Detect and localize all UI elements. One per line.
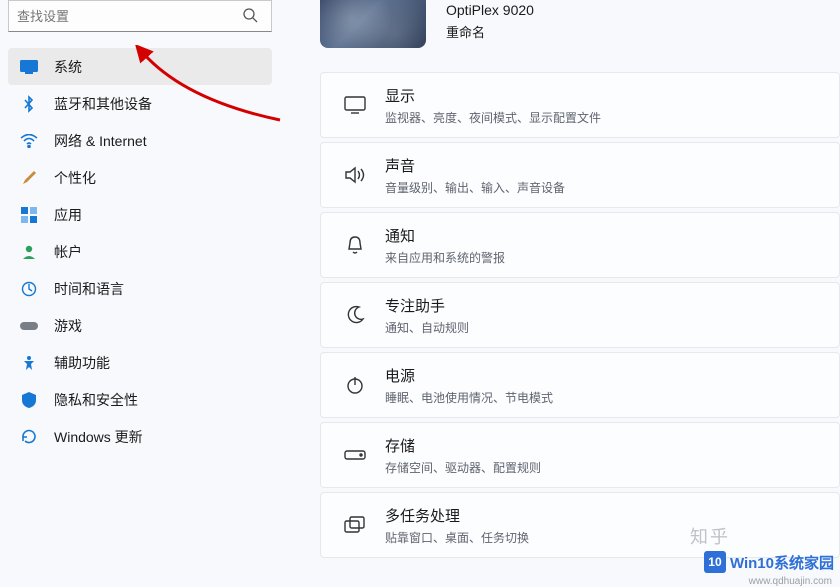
brand-text: Win10系统家园 bbox=[730, 552, 834, 573]
update-icon bbox=[20, 428, 38, 446]
power-icon bbox=[337, 375, 373, 395]
card-subtitle: 存储空间、驱动器、配置规则 bbox=[385, 459, 541, 476]
apps-icon bbox=[20, 206, 38, 224]
search-input[interactable] bbox=[8, 0, 272, 32]
account-icon bbox=[20, 243, 38, 261]
card-title: 电源 bbox=[385, 365, 553, 386]
sidebar-item-label: 帐户 bbox=[54, 242, 82, 262]
card-title: 存储 bbox=[385, 435, 541, 456]
sidebar-item-windows-update[interactable]: Windows 更新 bbox=[8, 418, 272, 455]
card-storage[interactable]: 存储 存储空间、驱动器、配置规则 bbox=[320, 422, 840, 488]
multitask-icon bbox=[337, 516, 373, 534]
device-header: OptiPlex 9020 重命名 bbox=[320, 0, 840, 48]
card-power[interactable]: 电源 睡眠、电池使用情况、节电模式 bbox=[320, 352, 840, 418]
bell-icon bbox=[337, 235, 373, 255]
accessibility-icon bbox=[20, 354, 38, 372]
card-subtitle: 贴靠窗口、桌面、任务切换 bbox=[385, 529, 529, 546]
sidebar-item-label: 蓝牙和其他设备 bbox=[54, 94, 152, 114]
card-subtitle: 通知、自动规则 bbox=[385, 319, 469, 336]
search-container bbox=[8, 0, 272, 32]
card-subtitle: 睡眠、电池使用情况、节电模式 bbox=[385, 389, 553, 406]
bluetooth-icon bbox=[20, 95, 38, 113]
card-title: 显示 bbox=[385, 85, 601, 106]
watermark-zhihu: 知乎 bbox=[690, 523, 730, 549]
shield-icon bbox=[20, 391, 38, 409]
sidebar-item-label: 隐私和安全性 bbox=[54, 390, 138, 410]
card-subtitle: 来自应用和系统的警报 bbox=[385, 249, 505, 266]
sidebar-item-bluetooth[interactable]: 蓝牙和其他设备 bbox=[8, 85, 272, 122]
sound-icon bbox=[337, 166, 373, 184]
card-display[interactable]: 显示 监视器、亮度、夜间模式、显示配置文件 bbox=[320, 72, 840, 138]
card-focus-assist[interactable]: 专注助手 通知、自动规则 bbox=[320, 282, 840, 348]
sidebar-item-label: 个性化 bbox=[54, 168, 96, 188]
storage-icon bbox=[337, 448, 373, 462]
device-name: OptiPlex 9020 bbox=[446, 2, 534, 18]
sidebar-item-network[interactable]: 网络 & Internet bbox=[8, 122, 272, 159]
sidebar-item-system[interactable]: 系统 bbox=[8, 48, 272, 85]
wifi-icon bbox=[20, 132, 38, 150]
sidebar-item-label: 辅助功能 bbox=[54, 353, 110, 373]
device-thumbnail bbox=[320, 0, 426, 48]
brand-url: www.qdhuajin.com bbox=[749, 576, 832, 587]
sidebar-item-label: Windows 更新 bbox=[54, 427, 143, 447]
watermark-brand: 10 Win10系统家园 www.qdhuajin.com bbox=[704, 551, 834, 573]
device-rename-link[interactable]: 重命名 bbox=[446, 22, 534, 41]
search-icon bbox=[242, 7, 258, 23]
gaming-icon bbox=[20, 317, 38, 335]
card-subtitle: 音量级别、输出、输入、声音设备 bbox=[385, 179, 565, 196]
sidebar-item-accounts[interactable]: 帐户 bbox=[8, 233, 272, 270]
globe-clock-icon bbox=[20, 280, 38, 298]
system-icon bbox=[20, 58, 38, 76]
sidebar-item-time-language[interactable]: 时间和语言 bbox=[8, 270, 272, 307]
display-icon bbox=[337, 96, 373, 114]
sidebar-item-personalization[interactable]: 个性化 bbox=[8, 159, 272, 196]
sidebar-item-label: 应用 bbox=[54, 205, 82, 225]
card-title: 通知 bbox=[385, 225, 505, 246]
brand-logo-icon: 10 bbox=[704, 551, 726, 573]
sidebar-item-label: 游戏 bbox=[54, 316, 82, 336]
sidebar-item-label: 时间和语言 bbox=[54, 279, 124, 299]
card-multitasking[interactable]: 多任务处理 贴靠窗口、桌面、任务切换 bbox=[320, 492, 840, 558]
sidebar-item-label: 系统 bbox=[54, 57, 82, 77]
sidebar-item-gaming[interactable]: 游戏 bbox=[8, 307, 272, 344]
card-title: 专注助手 bbox=[385, 295, 469, 316]
brush-icon bbox=[20, 169, 38, 187]
moon-icon bbox=[337, 305, 373, 325]
card-title: 多任务处理 bbox=[385, 505, 529, 526]
card-subtitle: 监视器、亮度、夜间模式、显示配置文件 bbox=[385, 109, 601, 126]
card-title: 声音 bbox=[385, 155, 565, 176]
sidebar-item-apps[interactable]: 应用 bbox=[8, 196, 272, 233]
sidebar-item-privacy[interactable]: 隐私和安全性 bbox=[8, 381, 272, 418]
card-sound[interactable]: 声音 音量级别、输出、输入、声音设备 bbox=[320, 142, 840, 208]
sidebar-item-label: 网络 & Internet bbox=[54, 131, 147, 151]
sidebar-item-accessibility[interactable]: 辅助功能 bbox=[8, 344, 272, 381]
card-notifications[interactable]: 通知 来自应用和系统的警报 bbox=[320, 212, 840, 278]
